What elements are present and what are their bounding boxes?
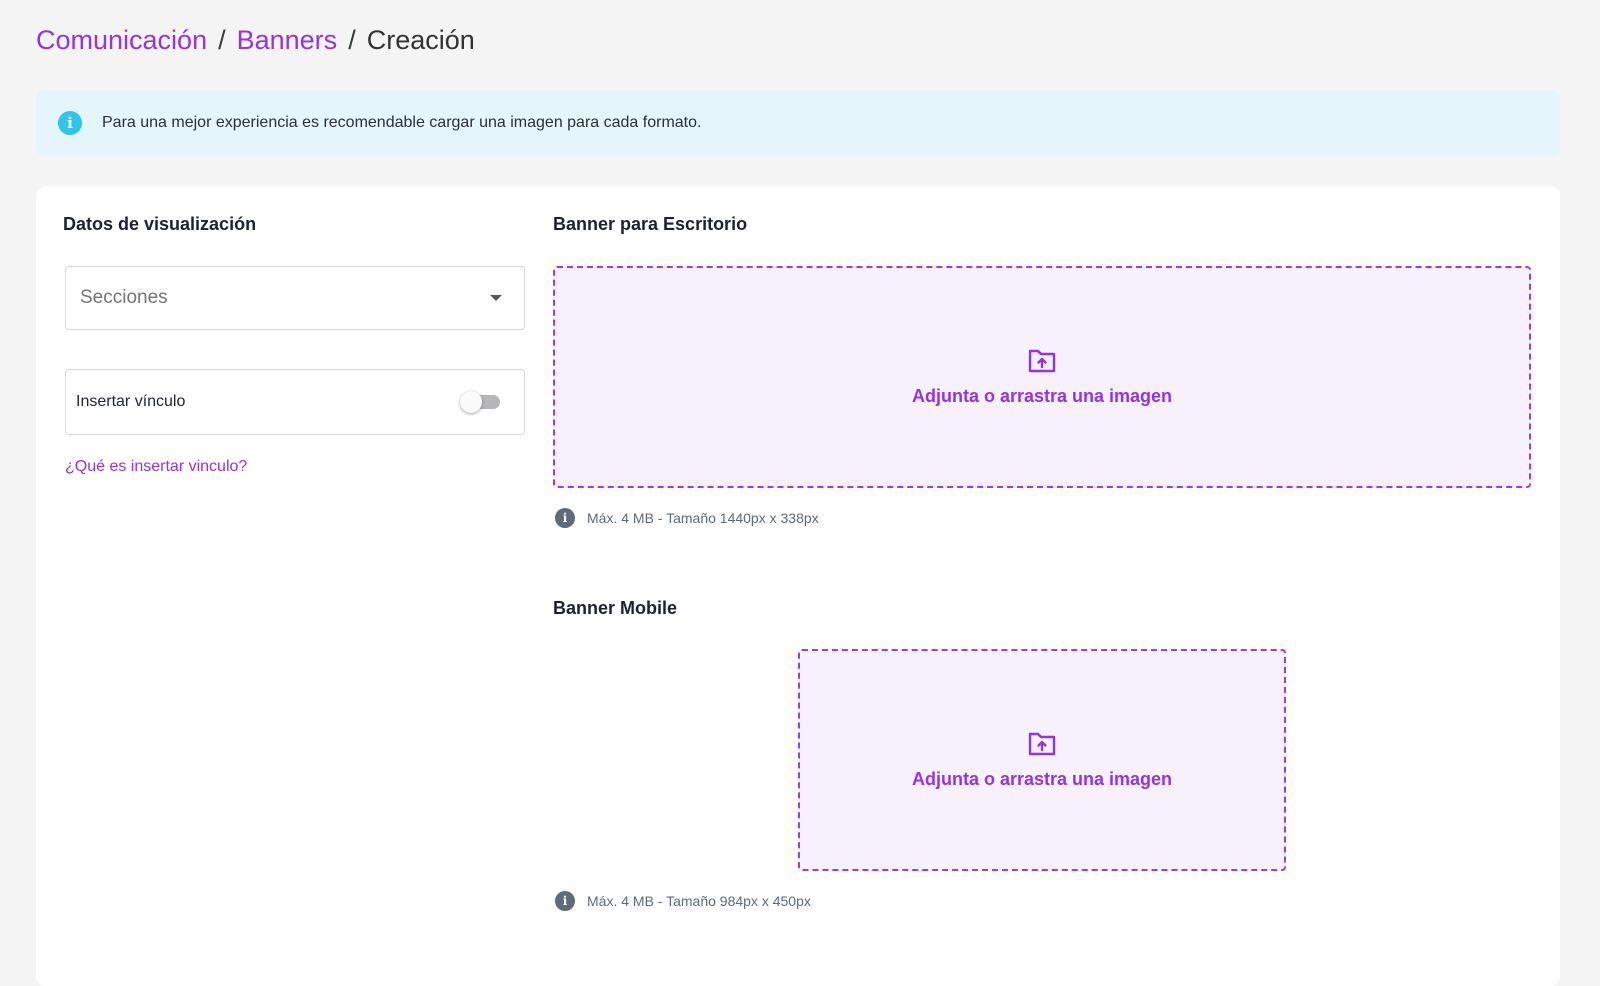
banner-form-card: Datos de visualización Secciones Inserta… [36, 186, 1560, 986]
mobile-banner-hint-text: Máx. 4 MB - Tamaño 984px x 450px [587, 893, 811, 909]
breadcrumb-link-comunicacion[interactable]: Comunicación [36, 25, 207, 55]
desktop-banner-title: Banner para Escritorio [553, 214, 748, 234]
chevron-down-icon [490, 295, 502, 301]
mobile-banner-title: Banner Mobile [553, 598, 678, 618]
breadcrumb-separator: / [218, 25, 226, 55]
folder-upload-icon [1028, 349, 1056, 372]
desktop-banner-hint-text: Máx. 4 MB - Tamaño 1440px x 338px [587, 510, 819, 526]
sections-select[interactable]: Secciones [65, 266, 525, 330]
breadcrumb: Comunicación / Banners / Creación [36, 20, 475, 60]
folder-upload-icon [1028, 732, 1056, 755]
insert-link-toggle[interactable] [460, 390, 502, 414]
mobile-banner-hint: i Máx. 4 MB - Tamaño 984px x 450px [555, 891, 811, 911]
display-data-title: Datos de visualización [63, 214, 257, 234]
insert-link-field: Insertar vínculo [65, 369, 525, 435]
info-icon: i [58, 111, 82, 135]
desktop-banner-hint: i Máx. 4 MB - Tamaño 1440px x 338px [555, 508, 819, 528]
info-icon: i [555, 891, 575, 911]
info-icon: i [555, 508, 575, 528]
insert-link-label: Insertar vínculo [76, 393, 186, 410]
info-alert: i Para una mejor experiencia es recomend… [36, 90, 1560, 156]
breadcrumb-separator: / [348, 25, 356, 55]
desktop-dropzone-text: Adjunta o arrastra una imagen [911, 385, 1173, 406]
insert-link-help-link[interactable]: ¿Qué es insertar vinculo? [65, 458, 247, 476]
mobile-banner-dropzone[interactable]: Adjunta o arrastra una imagen [798, 649, 1286, 871]
alert-text: Para una mejor experiencia es recomendab… [102, 114, 702, 131]
sections-select-placeholder: Secciones [80, 287, 168, 308]
breadcrumb-link-banners[interactable]: Banners [237, 25, 338, 55]
breadcrumb-current-page: Creación [366, 25, 475, 55]
mobile-dropzone-text: Adjunta o arrastra una imagen [911, 768, 1173, 789]
toggle-thumb [460, 391, 482, 413]
desktop-banner-dropzone[interactable]: Adjunta o arrastra una imagen [553, 266, 1531, 488]
